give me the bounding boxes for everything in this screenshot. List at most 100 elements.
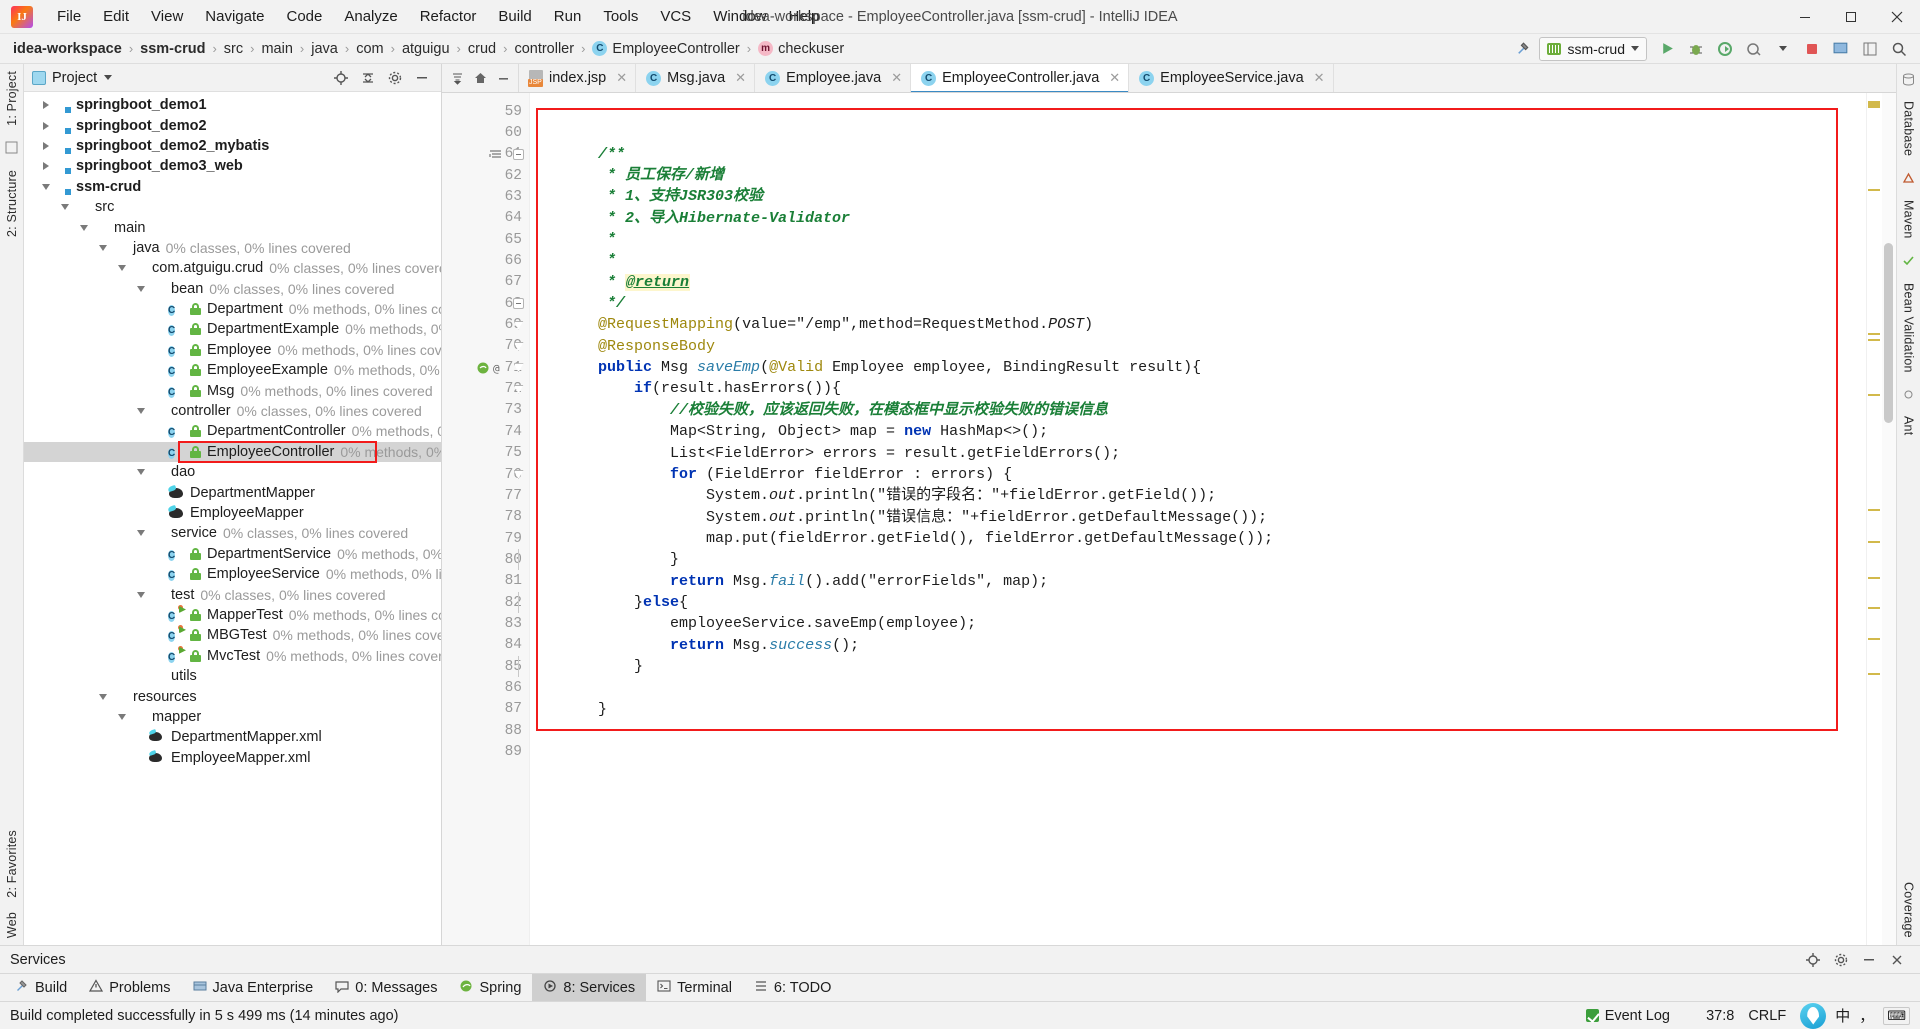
tree-node-employeeservice[interactable]: C EmployeeService 0% methods, 0% lines cov…: [24, 564, 441, 584]
breadcrumb-item-1[interactable]: ssm-crud: [137, 40, 208, 58]
tree-node-test[interactable]: test 0% classes, 0% lines covered: [24, 584, 441, 604]
fold-toggle-icon[interactable]: [512, 336, 525, 357]
stop-button[interactable]: [1799, 37, 1825, 61]
tool-window-button-build[interactable]: Build: [4, 974, 78, 1001]
hide-panel-icon[interactable]: [409, 66, 435, 90]
ime-punctuation[interactable]: ，: [1859, 1005, 1874, 1026]
chevron-down-icon[interactable]: [57, 204, 73, 211]
gutter-line-78[interactable]: 78: [442, 507, 529, 528]
debug-button[interactable]: [1683, 37, 1709, 61]
fold-toggle-icon[interactable]: [512, 378, 525, 399]
gutter-line-59[interactable]: 59: [442, 101, 529, 122]
tree-node-departmentmapper-xml[interactable]: DepartmentMapper.xml: [24, 727, 441, 747]
menu-vcs[interactable]: VCS: [649, 4, 702, 29]
home-icon[interactable]: [469, 67, 491, 89]
tool-window-button-problems[interactable]: Problems: [78, 974, 181, 1001]
maximize-button[interactable]: [1828, 0, 1874, 34]
event-log-indicator[interactable]: Event Log: [1585, 1008, 1670, 1024]
build-hammer-icon[interactable]: [1510, 37, 1536, 61]
chevron-down-icon[interactable]: [133, 469, 149, 476]
hide-tabs-icon[interactable]: [492, 67, 514, 89]
tree-node-springboot-demo3-web[interactable]: springboot_demo3_web: [24, 156, 441, 176]
editor-tab-index-jsp[interactable]: index.jsp ✕: [519, 64, 637, 92]
run-configuration-selector[interactable]: ssm-crud: [1539, 36, 1647, 61]
code-line-77[interactable]: System.out.println("错误的字段名："+fieldError.…: [530, 485, 1866, 506]
breadcrumb-item-0[interactable]: idea-workspace: [10, 40, 125, 58]
code-line-75[interactable]: List<FieldError> errors = result.getFiel…: [530, 443, 1866, 464]
tree-node-employeeexample[interactable]: C EmployeeExample 0% methods, 0% lines cov…: [24, 360, 441, 380]
menu-run[interactable]: Run: [543, 4, 593, 29]
gutter-line-72[interactable]: 72: [442, 378, 529, 399]
tree-node-department[interactable]: C Department 0% methods, 0% lines covered: [24, 299, 441, 319]
tool-window-button-java-enterprise[interactable]: Java Enterprise: [182, 974, 325, 1001]
gutter-line-77[interactable]: 77: [442, 485, 529, 506]
tree-node-mapper[interactable]: mapper: [24, 707, 441, 727]
tree-node-ssm-crud[interactable]: ssm-crud: [24, 177, 441, 197]
code-lines[interactable]: /** * 员工保存/新增 * 1、支持JSR303校验 * 2、导入Hiber…: [530, 93, 1866, 945]
minimize-panel-icon[interactable]: [1856, 949, 1882, 971]
gutter-line-63[interactable]: 63: [442, 186, 529, 207]
gutter-line-68[interactable]: 68: [442, 293, 529, 314]
sidebar-item-structure[interactable]: 2: Structure: [2, 163, 22, 244]
tree-node-resources[interactable]: resources: [24, 686, 441, 706]
gear-icon[interactable]: [1828, 949, 1854, 971]
breadcrumb-item-5[interactable]: com: [353, 40, 386, 58]
breadcrumb-item-9[interactable]: C EmployeeController: [589, 40, 742, 58]
code-line-60[interactable]: [530, 122, 1866, 143]
update-app-icon[interactable]: [1828, 37, 1854, 61]
menu-build[interactable]: Build: [487, 4, 542, 29]
tool-window-button-8-services[interactable]: 8: Services: [532, 974, 647, 1001]
editor-tab-employee-java[interactable]: C Employee.java ✕: [755, 64, 912, 92]
javadoc-gutter-icon[interactable]: [487, 144, 503, 165]
code-line-71[interactable]: public Msg saveEmp(@Valid Employee emplo…: [530, 357, 1866, 378]
gutter-line-61[interactable]: 61: [442, 144, 529, 165]
menu-view[interactable]: View: [140, 4, 194, 29]
tree-node-utils[interactable]: utils: [24, 666, 441, 686]
sidebar-item-favorites[interactable]: 2: Favorites: [2, 823, 22, 905]
chevron-down-icon[interactable]: [133, 408, 149, 415]
fold-toggle-icon[interactable]: [512, 293, 525, 314]
tool-window-button-6-todo[interactable]: 6: TODO: [743, 974, 842, 1001]
code-line-69[interactable]: @RequestMapping(value="/emp",method=Requ…: [530, 314, 1866, 335]
tool-window-button-terminal[interactable]: Terminal: [646, 974, 743, 1001]
code-line-66[interactable]: *: [530, 250, 1866, 271]
sidebar-item-coverage[interactable]: Coverage: [1899, 875, 1919, 945]
breadcrumb-item-4[interactable]: java: [308, 40, 341, 58]
fold-toggle-icon[interactable]: [512, 357, 525, 378]
tree-node-employeecontroller[interactable]: C EmployeeController 0% methods, 0% lines …: [24, 441, 441, 463]
sogou-ime-icon[interactable]: [1800, 1002, 1827, 1029]
chevron-right-icon[interactable]: [38, 162, 54, 171]
gutter-line-83[interactable]: 83: [442, 613, 529, 634]
menu-refactor[interactable]: Refactor: [409, 4, 488, 29]
tool-window-button-spring[interactable]: Spring: [448, 974, 532, 1001]
tree-node-bean[interactable]: bean 0% classes, 0% lines covered: [24, 279, 441, 299]
tree-node-main[interactable]: main: [24, 217, 441, 237]
code-line-62[interactable]: * 员工保存/新增: [530, 165, 1866, 186]
tree-node-mbgtest[interactable]: C MBGTest 0% methods, 0% lines covered: [24, 625, 441, 645]
sidebar-item-database[interactable]: Database: [1899, 94, 1919, 163]
code-line-63[interactable]: * 1、支持JSR303校验: [530, 186, 1866, 207]
gutter-line-69[interactable]: 69: [442, 314, 529, 335]
profiler-button[interactable]: [1741, 37, 1767, 61]
tree-node-employeemapper-xml[interactable]: EmployeeMapper.xml: [24, 748, 441, 768]
chevron-down-icon[interactable]: [133, 591, 149, 598]
editor-gutter[interactable]: 59 60 61 62 63 64 65 66 67 686970@7172 73 74 75 76 77 7…: [442, 93, 530, 945]
gutter-line-65[interactable]: 65: [442, 229, 529, 250]
gutter-line-84[interactable]: 84: [442, 635, 529, 656]
chevron-down-icon[interactable]: [104, 75, 113, 80]
gutter-line-66[interactable]: 66: [442, 250, 529, 271]
sort-tabs-icon[interactable]: [446, 67, 468, 89]
code-line-82[interactable]: }else{: [530, 592, 1866, 613]
gutter-line-82[interactable]: 82: [442, 592, 529, 614]
run-with-coverage-button[interactable]: [1712, 37, 1738, 61]
caret-position[interactable]: 37:8: [1706, 1008, 1734, 1024]
gutter-line-86[interactable]: 86: [442, 677, 529, 698]
tree-node-departmentmapper[interactable]: DepartmentMapper: [24, 482, 441, 502]
close-icon[interactable]: ✕: [891, 70, 902, 86]
tree-node-service[interactable]: service 0% classes, 0% lines covered: [24, 523, 441, 543]
editor-tab-employeecontroller-java[interactable]: C EmployeeController.java ✕: [911, 64, 1130, 92]
code-line-83[interactable]: employeeService.saveEmp(employee);: [530, 613, 1866, 634]
breadcrumb-item-3[interactable]: main: [258, 40, 295, 58]
tree-node-controller[interactable]: controller 0% classes, 0% lines covered: [24, 401, 441, 421]
code-line-74[interactable]: Map<String, Object> map = new HashMap<>(…: [530, 421, 1866, 442]
